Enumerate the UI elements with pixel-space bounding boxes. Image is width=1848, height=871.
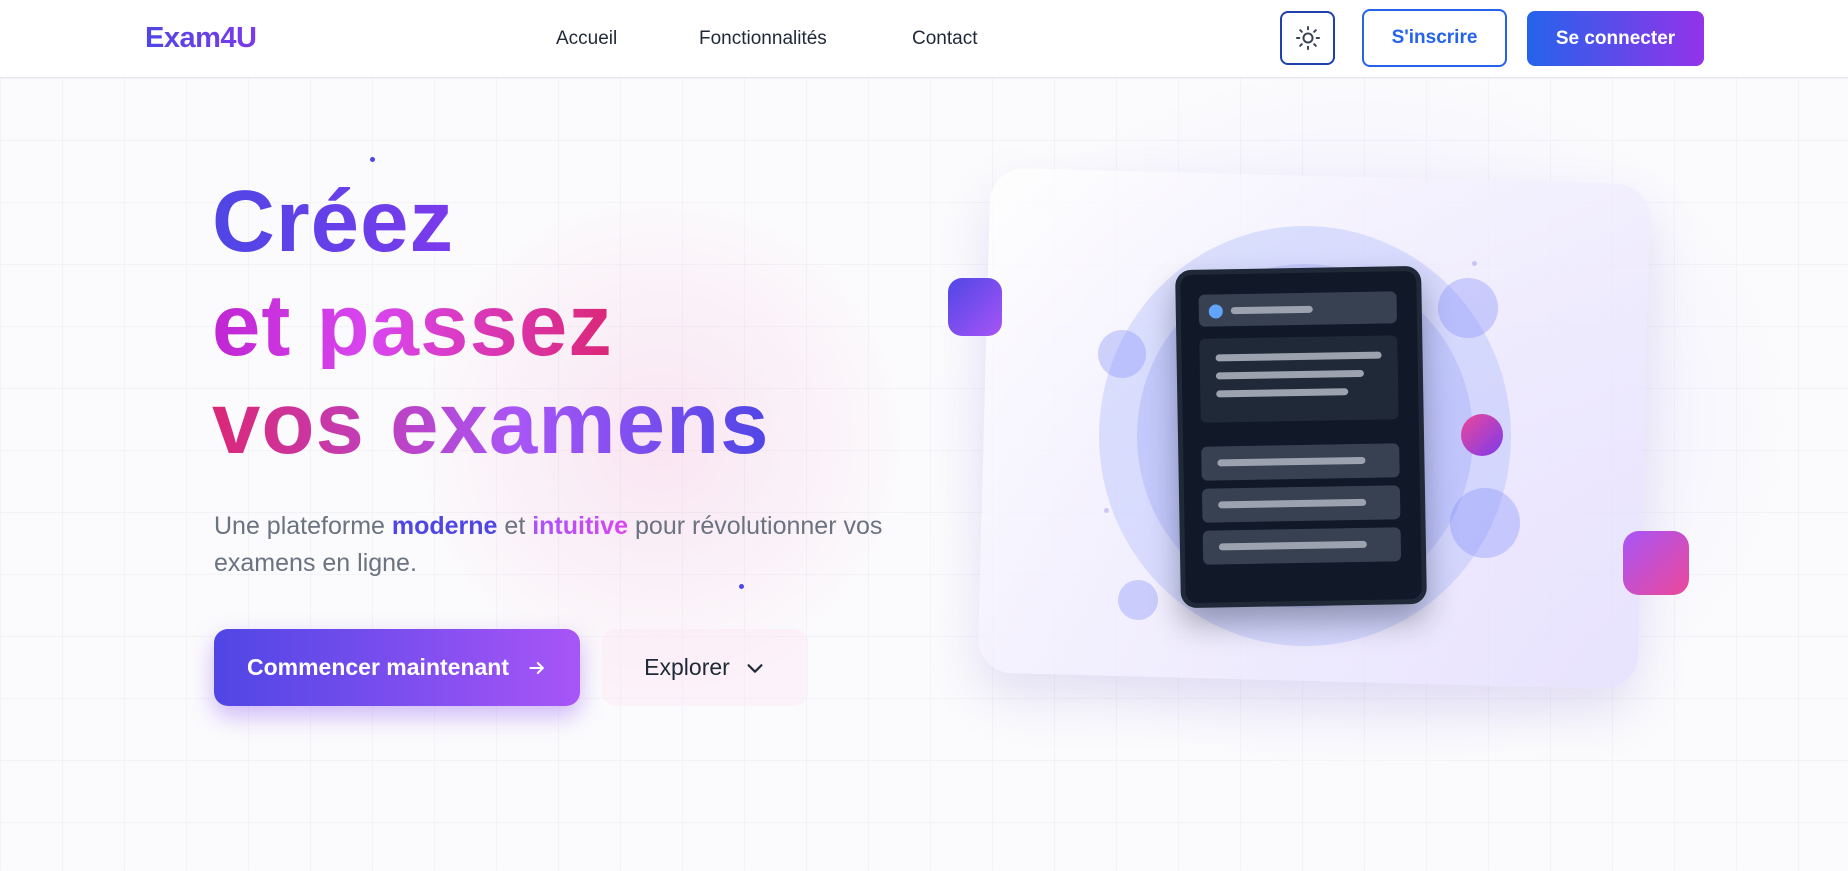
subtitle-text-2: et [497, 512, 533, 540]
theme-toggle-button[interactable] [1280, 11, 1335, 65]
subtitle-highlight-moderne: moderne [391, 512, 498, 540]
tablet-status-dot [1208, 304, 1223, 319]
illustration-bubble [1438, 278, 1498, 338]
tablet-line [1215, 351, 1382, 362]
decor-dot [370, 157, 375, 162]
tablet-option-row [1202, 527, 1402, 565]
tablet-illustration [1175, 265, 1427, 609]
sun-icon [1295, 25, 1320, 51]
arrow-right-icon [529, 661, 544, 674]
tablet-header-row [1198, 291, 1398, 327]
tablet-line [1218, 540, 1367, 551]
explore-button[interactable]: Explorer [602, 629, 808, 706]
floating-square-pink [1623, 531, 1689, 595]
hero-subtitle: Une plateforme moderne et intuitive pour… [214, 508, 914, 582]
logo[interactable]: Exam4U [145, 22, 257, 55]
decor-dot [739, 584, 744, 589]
nav-link-accueil[interactable]: Accueil [556, 28, 617, 50]
tablet-line [1216, 388, 1349, 398]
explore-label: Explorer [644, 654, 730, 680]
illustration-bubble [1450, 488, 1520, 558]
illustration-bubble [1098, 330, 1146, 378]
tablet-option-row [1201, 485, 1401, 523]
illustration-bubble [1118, 580, 1158, 620]
hero-title-line-1: Créez [212, 173, 454, 270]
tablet-line [1215, 369, 1364, 380]
nav-link-fonctionnalites[interactable]: Fonctionnalités [699, 28, 827, 50]
nav-link-contact[interactable]: Contact [912, 28, 977, 50]
navbar: Exam4U Accueil Fonctionnalités Contact S… [0, 0, 1848, 78]
start-now-label: Commencer maintenant [246, 654, 509, 680]
start-now-button[interactable]: Commencer maintenant [214, 629, 580, 706]
tablet-line [1230, 305, 1313, 315]
tablet-content-block [1199, 335, 1399, 423]
tablet-option-row [1201, 443, 1400, 481]
register-button[interactable]: S'inscrire [1362, 9, 1507, 67]
chevron-down-icon [747, 663, 763, 673]
subtitle-text-1: Une plateforme [214, 512, 392, 540]
tablet-line [1218, 498, 1367, 509]
floating-square-purple [948, 278, 1002, 336]
hero-title-line-3: vos examens [212, 375, 770, 472]
floating-orb [1461, 414, 1503, 456]
hero-title-line-2: et passez [212, 277, 613, 374]
tablet-line [1217, 456, 1366, 467]
login-button[interactable]: Se connecter [1527, 11, 1704, 66]
subtitle-highlight-intuitive: intuitive [532, 512, 629, 540]
